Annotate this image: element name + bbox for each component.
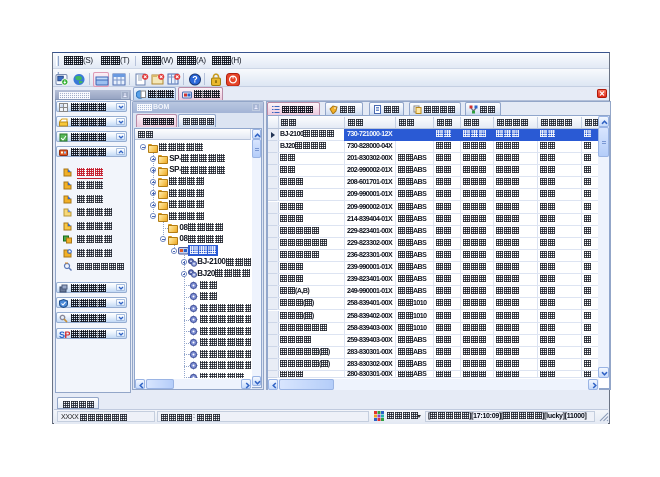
svg-text:?: ? [192, 75, 198, 85]
svg-text:P: P [65, 330, 71, 339]
